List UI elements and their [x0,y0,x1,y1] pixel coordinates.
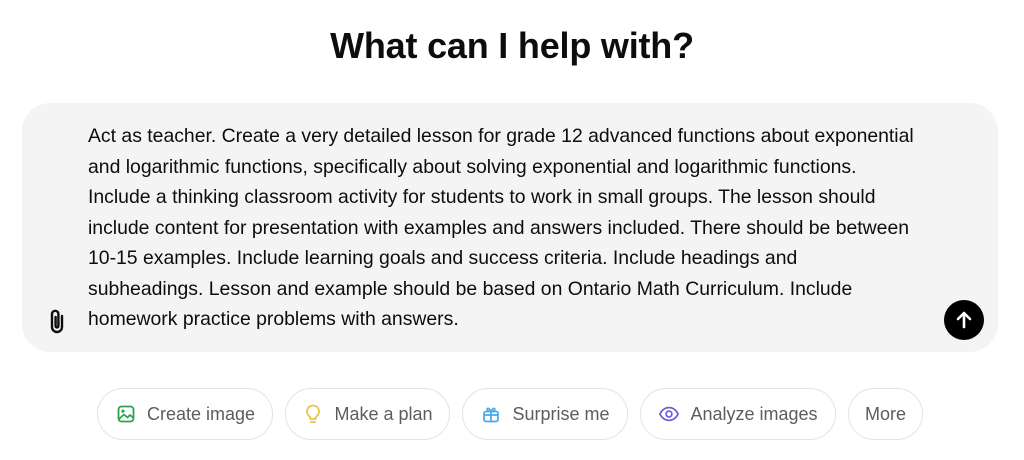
chip-label: Analyze images [690,403,818,424]
lightbulb-icon [302,403,324,425]
suggestion-chips: Create image Make a plan Surprise me Ana… [0,388,1024,440]
chip-label: More [864,403,906,424]
arrow-up-icon [956,311,972,329]
chip-label: Make a plan [334,403,433,424]
prompt-composer[interactable]: Act as teacher. Create a very detailed l… [22,103,998,352]
paperclip-icon [50,309,64,334]
gift-icon [480,403,502,425]
image-icon [115,403,137,425]
create-image-button[interactable]: Create image [97,388,273,440]
page-title: What can I help with? [330,25,694,66]
surprise-me-button[interactable]: Surprise me [462,388,628,440]
make-a-plan-button[interactable]: Make a plan [285,388,450,440]
send-button[interactable] [944,300,984,340]
prompt-input[interactable]: Act as teacher. Create a very detailed l… [88,121,918,335]
eye-icon [658,403,680,425]
attach-button[interactable] [42,304,72,338]
chip-label: Create image [146,403,256,424]
chip-label: Surprise me [512,403,610,424]
more-button[interactable]: More [848,388,923,440]
analyze-images-button[interactable]: Analyze images [640,388,836,440]
